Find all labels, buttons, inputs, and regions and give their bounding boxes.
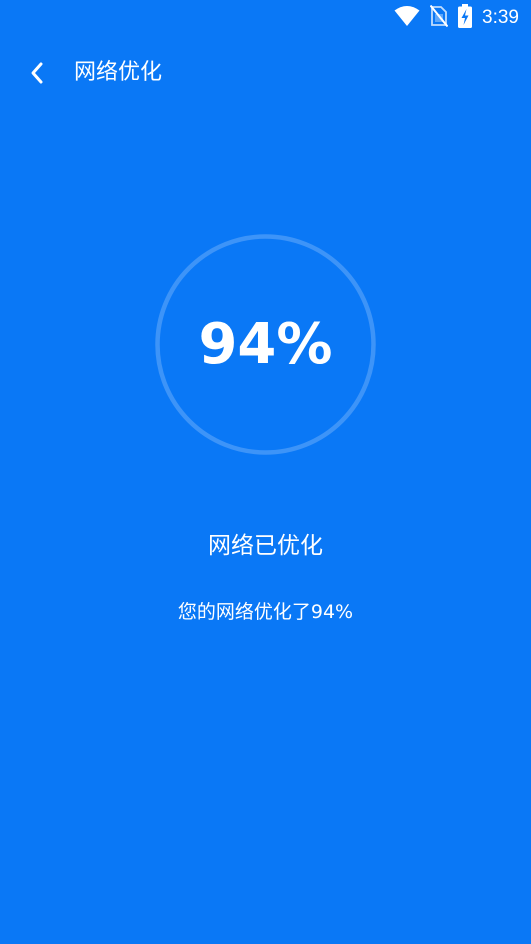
status-icons: 3:39	[394, 4, 519, 32]
status-time: 3:39	[482, 7, 519, 28]
no-sim-icon	[429, 4, 449, 31]
back-button[interactable]	[20, 56, 54, 90]
battery-charging-icon	[458, 4, 473, 32]
app-bar: 网络优化	[0, 48, 531, 96]
status-bar: 3:39	[0, 0, 531, 36]
optimized-detail: 您的网络优化了94%	[177, 601, 354, 623]
optimized-heading: 网络已优化	[208, 533, 323, 559]
chevron-left-icon	[31, 62, 43, 84]
percent-value: 94%	[198, 312, 333, 377]
optimization-ring: 94%	[155, 234, 376, 455]
wifi-icon	[394, 5, 420, 31]
page-title: 网络优化	[74, 60, 163, 85]
